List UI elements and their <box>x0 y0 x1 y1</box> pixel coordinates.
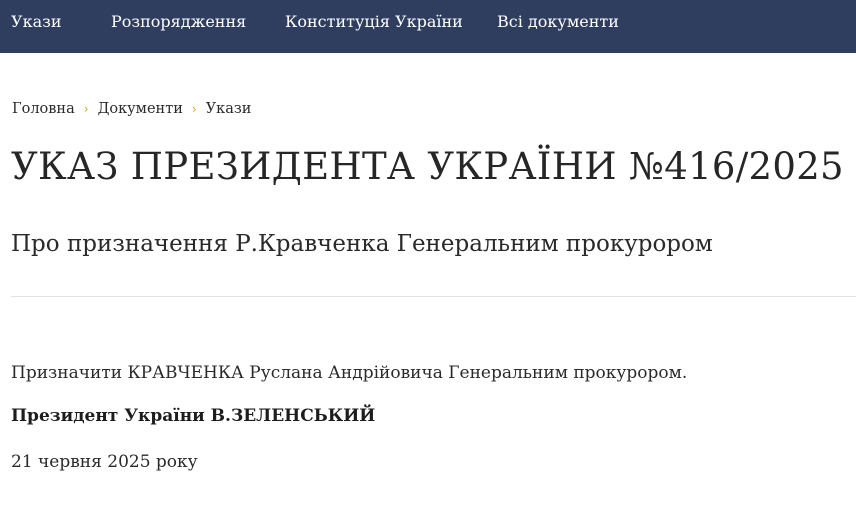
nav-link-rozporiadzhennia[interactable]: Розпорядження <box>111 0 246 43</box>
breadcrumb: Головна › Документи › Укази <box>12 98 251 120</box>
decree-signature: Президент України В.ЗЕЛЕНСЬКИЙ <box>11 406 376 426</box>
decree-date: 21 червня 2025 року <box>11 452 198 472</box>
chevron-right-icon: › <box>191 102 197 116</box>
nav-link-konstytutsiia[interactable]: Конституція України <box>285 0 463 43</box>
divider <box>11 296 856 297</box>
breadcrumb-link-home[interactable]: Головна <box>12 101 75 117</box>
breadcrumb-link-decrees[interactable]: Укази <box>206 101 252 117</box>
page-subtitle: Про призначення Р.Кравченка Генеральним … <box>11 231 713 257</box>
page-title: УКАЗ ПРЕЗИДЕНТА УКРАЇНИ №416/2025 <box>11 145 844 188</box>
nav-link-ukazy[interactable]: Укази <box>11 0 62 43</box>
decree-body-text: Призначити КРАВЧЕНКА Руслана Андрійовича… <box>11 363 688 383</box>
top-navigation: Укази Розпорядження Конституція України … <box>0 0 856 53</box>
chevron-right-icon: › <box>83 102 89 116</box>
breadcrumb-link-documents[interactable]: Документи <box>98 101 183 117</box>
nav-link-vsi-dokumenty[interactable]: Всі документи <box>497 0 619 43</box>
